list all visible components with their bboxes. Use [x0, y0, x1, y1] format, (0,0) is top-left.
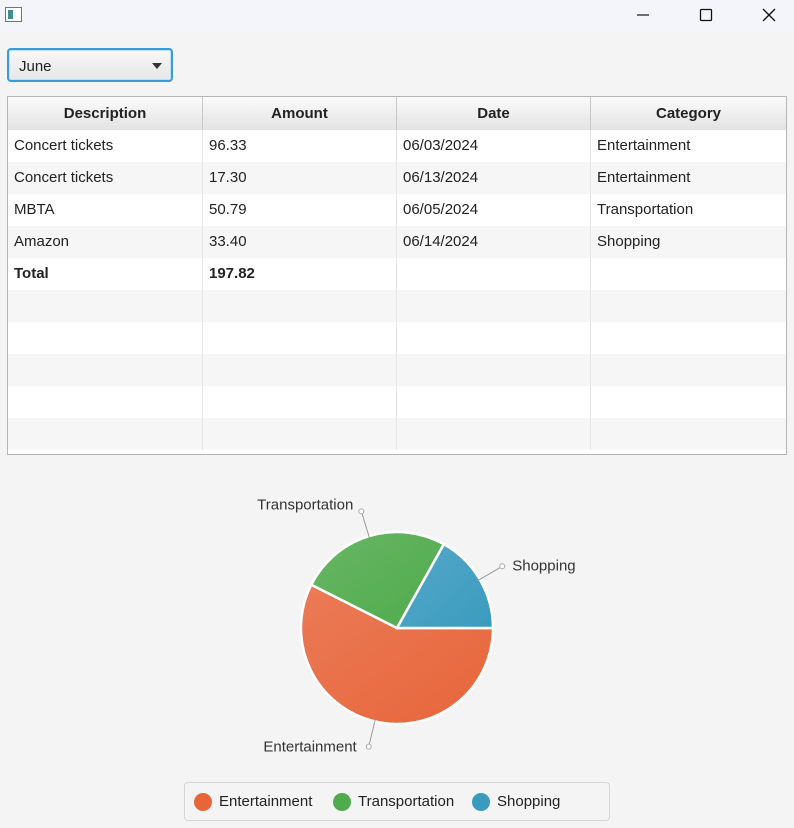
table-cell: Transportation — [597, 201, 694, 218]
column-header-amount[interactable]: Amount — [203, 97, 397, 130]
pie-label-entertainment: Entertainment — [263, 739, 357, 756]
close-button[interactable] — [746, 0, 792, 30]
table-cell: 33.40 — [203, 226, 397, 258]
table-cell — [203, 354, 397, 386]
table-header: Description Amount Date Category — [8, 97, 786, 131]
table-cell: Concert tickets — [8, 162, 203, 194]
table-empty-row[interactable] — [8, 290, 786, 322]
table-cell: 50.79 — [203, 194, 397, 226]
app-icon — [5, 7, 22, 22]
pie-label-dot — [499, 563, 506, 570]
table-cell — [203, 418, 397, 450]
table-cell: Concert tickets — [8, 130, 203, 162]
table-empty-row[interactable] — [8, 418, 786, 450]
table-cell: 06/13/2024 — [397, 162, 591, 194]
legend-label: Entertainment — [219, 793, 313, 811]
table-empty-row[interactable] — [8, 354, 786, 386]
pie-label-line — [360, 511, 370, 539]
table-row[interactable]: Concert tickets 17.30 06/13/2024 Entertainm… — [8, 162, 786, 194]
table-cell — [397, 258, 591, 290]
minimize-icon — [637, 14, 649, 16]
pie-label-dot — [365, 743, 372, 750]
column-header-category[interactable]: Category — [591, 97, 786, 130]
legend-swatch — [194, 793, 212, 812]
pie-label-line — [477, 565, 503, 581]
table-cell — [8, 290, 203, 322]
table-cell — [397, 418, 591, 450]
minimize-button[interactable] — [620, 0, 666, 30]
table-cell — [591, 258, 786, 290]
maximize-button[interactable] — [683, 0, 729, 30]
pie-label-transportation: Transportation — [257, 496, 353, 513]
table-cell — [203, 322, 397, 354]
table-cell — [203, 290, 397, 322]
table-cell — [591, 386, 786, 418]
title-bar — [0, 0, 794, 32]
category-pie-chart: Entertainment Transportation Shopping — [257, 496, 575, 756]
table-cell: Total — [8, 258, 203, 290]
table-cell — [397, 290, 591, 322]
table-total-row[interactable]: Total 197.82 — [8, 258, 786, 290]
legend-label: Shopping — [497, 793, 561, 811]
table-cell — [591, 354, 786, 386]
table-empty-row[interactable] — [8, 386, 786, 418]
table-cell — [397, 322, 591, 354]
table-cell: Entertainment — [597, 137, 691, 154]
table-cell — [8, 386, 203, 418]
table-cell — [591, 322, 786, 354]
table-cell: 96.33 — [203, 130, 397, 162]
column-header-date[interactable]: Date — [397, 97, 591, 130]
table-cell — [8, 418, 203, 450]
table-cell — [591, 418, 786, 450]
table-empty-row[interactable] — [8, 322, 786, 354]
column-header-description[interactable]: Description — [8, 97, 203, 130]
table-cell: MBTA — [8, 194, 203, 226]
legend-swatch — [333, 793, 351, 812]
table-cell — [203, 386, 397, 418]
table-cell: 17.30 — [203, 162, 397, 194]
chevron-down-icon — [152, 63, 162, 69]
month-select[interactable]: June — [7, 48, 173, 82]
table-cell: Amazon — [8, 226, 203, 258]
legend-item-shopping: Shopping — [472, 792, 560, 812]
close-icon — [762, 8, 776, 22]
table-row[interactable]: Amazon 33.40 06/14/2024 Shopping — [8, 226, 786, 258]
month-select-value: June — [19, 58, 52, 75]
table-cell: 06/03/2024 — [397, 130, 591, 162]
maximize-icon — [699, 8, 713, 22]
legend-label: Transportation — [358, 793, 455, 811]
legend-item-entertainment: Entertainment — [194, 792, 312, 812]
table-cell: 197.82 — [203, 258, 397, 290]
table-cell: Shopping — [597, 233, 661, 250]
legend-swatch — [472, 793, 490, 812]
table-cell — [8, 354, 203, 386]
pie-label-dot — [358, 508, 365, 515]
legend-item-transportation: Transportation — [333, 792, 454, 812]
table-row[interactable]: Concert tickets 96.33 06/03/2024 Entertainm… — [8, 130, 786, 162]
table-cell: 06/05/2024 — [397, 194, 591, 226]
table-cell — [8, 322, 203, 354]
table-cell — [397, 386, 591, 418]
table-cell: Entertainment — [597, 169, 691, 186]
expense-table[interactable]: Description Amount Date Category Concert… — [7, 96, 787, 455]
table-cell: 06/14/2024 — [397, 226, 591, 258]
table-row[interactable]: MBTA 50.79 06/05/2024 Transportation — [8, 194, 786, 226]
table-cell — [591, 290, 786, 322]
chart-legend: Entertainment Transportation Shopping — [184, 782, 610, 821]
table-cell — [397, 354, 591, 386]
pie-label-shopping: Shopping — [512, 557, 575, 574]
pie-label-line — [368, 719, 376, 747]
